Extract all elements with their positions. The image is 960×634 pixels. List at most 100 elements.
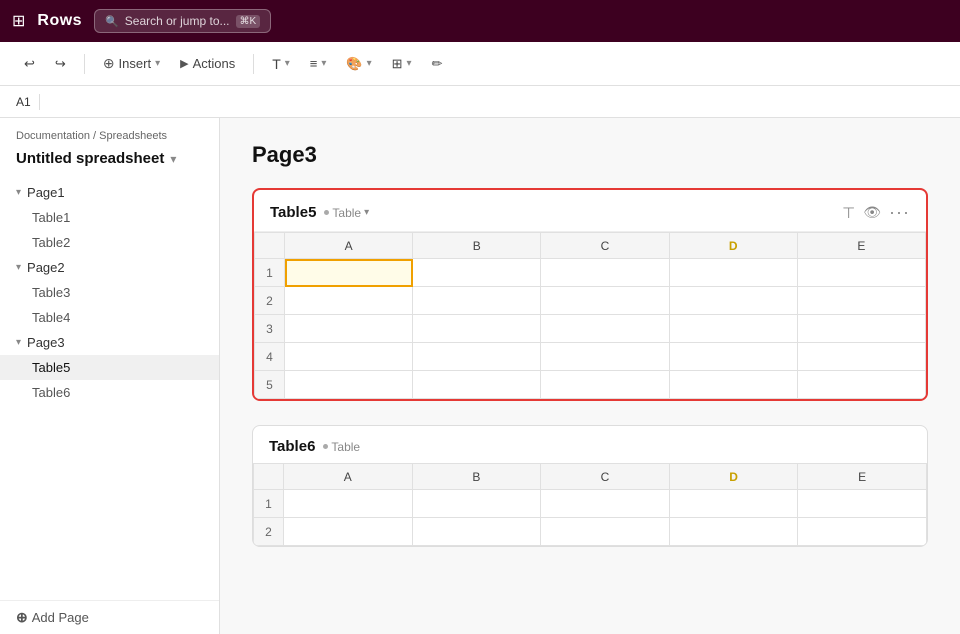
t6-cell-d1[interactable] bbox=[669, 490, 798, 518]
title-caret[interactable]: ▾ bbox=[170, 152, 176, 166]
t6-col-d-header[interactable]: D bbox=[669, 464, 798, 490]
cell-d5[interactable] bbox=[669, 371, 797, 399]
sidebar-item-table6[interactable]: Table6 bbox=[0, 380, 219, 405]
table2-label: Table2 bbox=[32, 235, 70, 250]
t6-cell-d2[interactable] bbox=[669, 518, 798, 546]
col-c-header[interactable]: C bbox=[541, 233, 669, 259]
actions-label: Actions bbox=[193, 56, 236, 71]
cell-e5[interactable] bbox=[797, 371, 925, 399]
type-caret: ▾ bbox=[364, 207, 369, 218]
align-button[interactable]: ≡ ▾ bbox=[302, 51, 335, 76]
cell-d2[interactable] bbox=[669, 287, 797, 315]
t6-cell-e2[interactable] bbox=[798, 518, 927, 546]
sidebar-item-page1[interactable]: ▾ Page1 bbox=[0, 180, 219, 205]
actions-button[interactable]: ▶ Actions bbox=[172, 51, 243, 76]
redo-button[interactable]: ↪ bbox=[47, 51, 74, 77]
t6-col-c-header[interactable]: C bbox=[541, 464, 670, 490]
table5-type-badge[interactable]: Table ▾ bbox=[324, 206, 369, 220]
cell-b3[interactable] bbox=[413, 315, 541, 343]
font-button[interactable]: T ▾ bbox=[264, 51, 298, 77]
cell-e3[interactable] bbox=[797, 315, 925, 343]
t6-cell-a1[interactable] bbox=[284, 490, 413, 518]
page-title: Page3 bbox=[252, 142, 928, 168]
col-a-header[interactable]: A bbox=[285, 233, 413, 259]
table6-type-badge[interactable]: Table bbox=[323, 440, 360, 454]
sidebar-item-page3[interactable]: ▾ Page3 bbox=[0, 330, 219, 355]
cell-d1[interactable] bbox=[669, 259, 797, 287]
cell-b2[interactable] bbox=[413, 287, 541, 315]
t6-cell-c1[interactable] bbox=[541, 490, 670, 518]
cell-d4[interactable] bbox=[669, 343, 797, 371]
cell-a3[interactable] bbox=[285, 315, 413, 343]
undo-button[interactable]: ↩ bbox=[16, 51, 43, 77]
sidebar-item-table4[interactable]: Table4 bbox=[0, 305, 219, 330]
table5-actions: ⊤ 👁 ··· bbox=[842, 202, 910, 223]
layout-icon: ⊞ bbox=[392, 56, 403, 72]
format-caret: ▾ bbox=[367, 58, 372, 69]
sidebar-item-table2[interactable]: Table2 bbox=[0, 230, 219, 255]
cell-c2[interactable] bbox=[541, 287, 669, 315]
cell-c4[interactable] bbox=[541, 343, 669, 371]
cell-b5[interactable] bbox=[413, 371, 541, 399]
filter-icon[interactable]: ⊤ bbox=[842, 204, 855, 222]
brush-button[interactable]: ✏ bbox=[424, 51, 451, 77]
table-row: 2 bbox=[254, 518, 927, 546]
content-area: Page3 Table5 Table ▾ ⊤ 👁 ··· bbox=[220, 118, 960, 634]
table6-container: Table6 Table A B C D E bbox=[252, 425, 928, 547]
cell-a1[interactable] bbox=[285, 259, 413, 287]
cell-e1[interactable] bbox=[797, 259, 925, 287]
column-header-row: A B C D E bbox=[255, 233, 926, 259]
sidebar: Documentation / Spreadsheets Untitled sp… bbox=[0, 118, 220, 634]
font-icon: T bbox=[272, 56, 281, 72]
address-divider bbox=[39, 94, 40, 110]
t6-col-a-header[interactable]: A bbox=[284, 464, 413, 490]
layout-button[interactable]: ⊞ ▾ bbox=[384, 51, 420, 77]
t6-cell-e1[interactable] bbox=[798, 490, 927, 518]
table5-container: Table5 Table ▾ ⊤ 👁 ··· A bbox=[252, 188, 928, 401]
sidebar-nav: ▾ Page1 Table1 Table2 ▾ Page2 Table3 Tab… bbox=[0, 176, 219, 600]
insert-button[interactable]: ⊕ Insert ▾ bbox=[95, 50, 168, 77]
cell-c5[interactable] bbox=[541, 371, 669, 399]
t6-cell-b1[interactable] bbox=[412, 490, 541, 518]
cell-c3[interactable] bbox=[541, 315, 669, 343]
cell-b1[interactable] bbox=[413, 259, 541, 287]
table6-header: Table6 Table bbox=[253, 426, 927, 463]
table5-spreadsheet: A B C D E 1 bbox=[254, 232, 926, 399]
cell-d3[interactable] bbox=[669, 315, 797, 343]
search-box[interactable]: 🔍 Search or jump to... ⌘K bbox=[94, 9, 271, 33]
main-area: Documentation / Spreadsheets Untitled sp… bbox=[0, 118, 960, 634]
table6-spreadsheet: A B C D E 1 bbox=[253, 463, 927, 546]
cell-c1[interactable] bbox=[541, 259, 669, 287]
cell-a2[interactable] bbox=[285, 287, 413, 315]
more-icon[interactable]: ··· bbox=[889, 202, 910, 223]
insert-label: Insert bbox=[119, 56, 152, 71]
table6-label: Table6 bbox=[32, 385, 70, 400]
cell-a4[interactable] bbox=[285, 343, 413, 371]
table5-header: Table5 Table ▾ ⊤ 👁 ··· bbox=[254, 190, 926, 232]
address-bar: A1 bbox=[0, 86, 960, 118]
format-button[interactable]: 🎨 ▾ bbox=[338, 51, 379, 77]
sidebar-item-table3[interactable]: Table3 bbox=[0, 280, 219, 305]
row-3-num: 3 bbox=[255, 315, 285, 343]
cell-b4[interactable] bbox=[413, 343, 541, 371]
col-e-header[interactable]: E bbox=[797, 233, 925, 259]
t6-col-e-header[interactable]: E bbox=[798, 464, 927, 490]
eye-icon[interactable]: 👁 bbox=[863, 204, 881, 221]
t6-cell-c2[interactable] bbox=[541, 518, 670, 546]
col-b-header[interactable]: B bbox=[413, 233, 541, 259]
sidebar-item-page2[interactable]: ▾ Page2 bbox=[0, 255, 219, 280]
search-icon: 🔍 bbox=[105, 15, 119, 28]
cell-e2[interactable] bbox=[797, 287, 925, 315]
cell-e4[interactable] bbox=[797, 343, 925, 371]
sidebar-item-table1[interactable]: Table1 bbox=[0, 205, 219, 230]
t6-col-b-header[interactable]: B bbox=[412, 464, 541, 490]
search-placeholder: Search or jump to... bbox=[125, 14, 230, 28]
cell-a5[interactable] bbox=[285, 371, 413, 399]
page2-caret: ▾ bbox=[16, 262, 21, 273]
add-page-button[interactable]: ⊕ Add Page bbox=[0, 600, 219, 634]
col-d-header[interactable]: D bbox=[669, 233, 797, 259]
sidebar-item-table5[interactable]: Table5 bbox=[0, 355, 219, 380]
t6-cell-a2[interactable] bbox=[284, 518, 413, 546]
cell-reference: A1 bbox=[16, 95, 31, 109]
t6-cell-b2[interactable] bbox=[412, 518, 541, 546]
